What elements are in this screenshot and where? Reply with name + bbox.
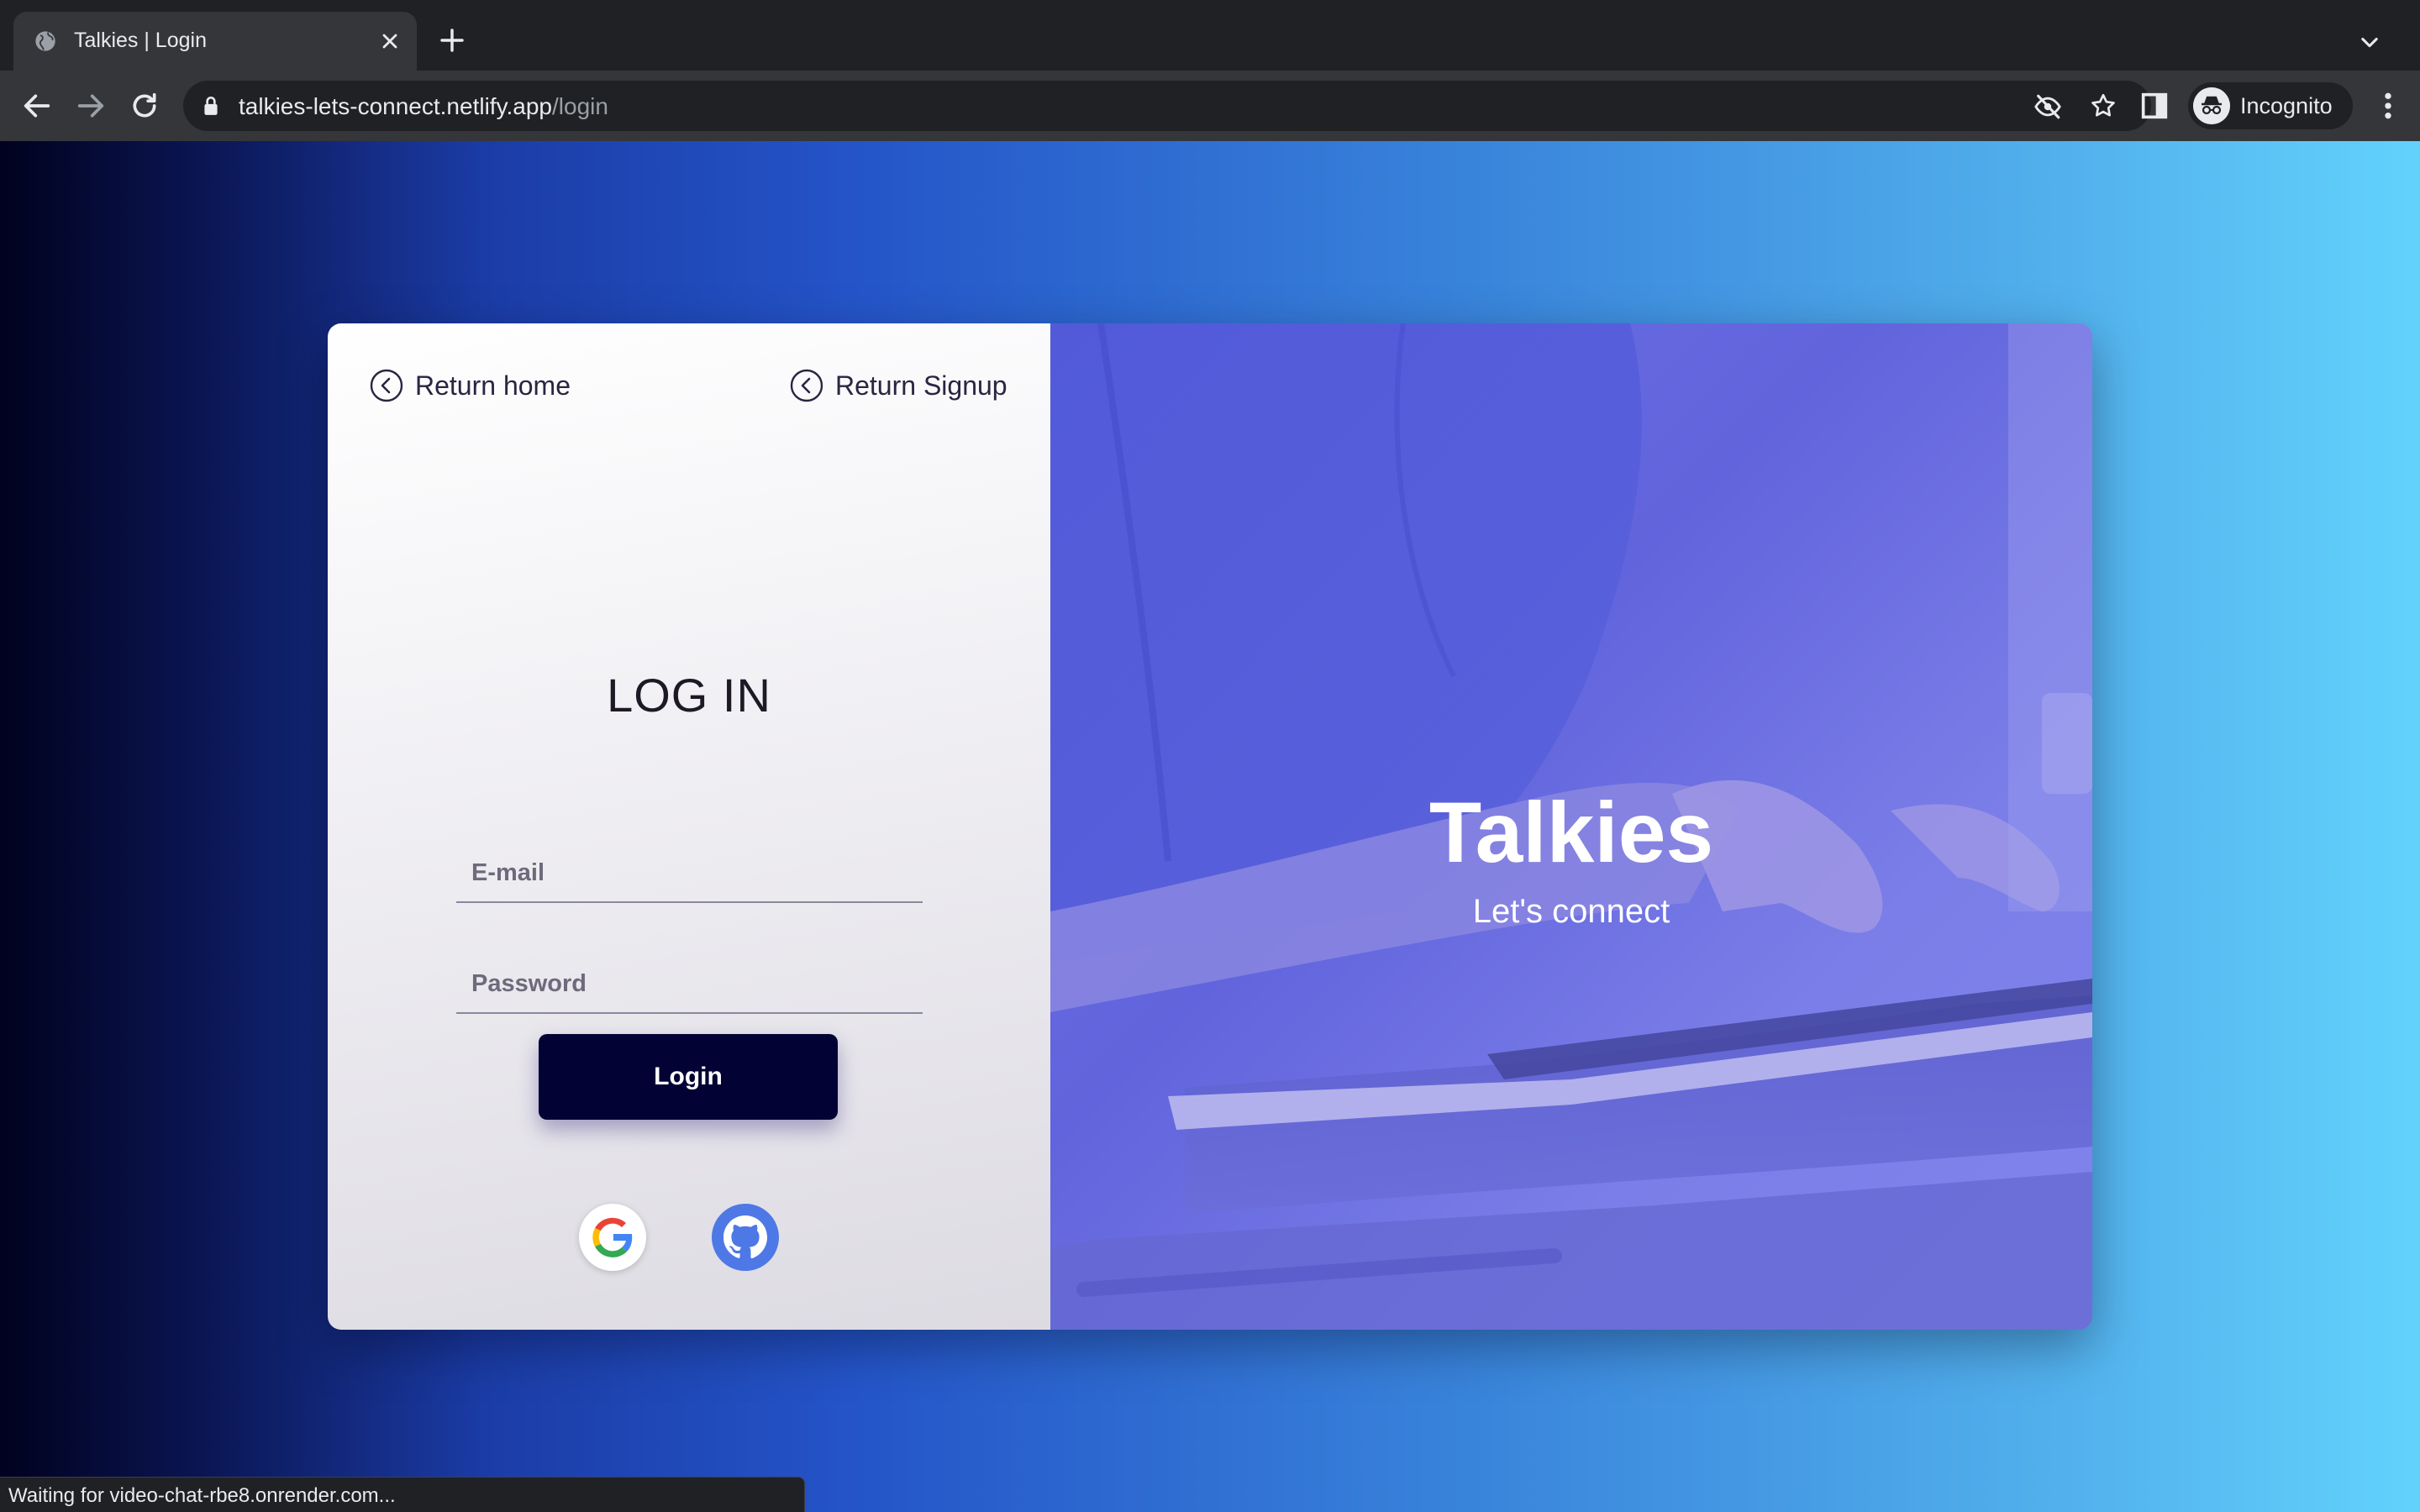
chevron-down-icon[interactable] (2358, 30, 2381, 54)
url-path: /login (552, 93, 608, 119)
close-icon[interactable] (378, 29, 402, 53)
incognito-label: Incognito (2240, 93, 2333, 118)
status-text: Waiting for video-chat-rbe8.onrender.com… (8, 1484, 396, 1507)
url-text[interactable]: talkies-lets-connect.netlify.app/login (239, 93, 608, 120)
star-icon[interactable] (2089, 92, 2118, 120)
eye-off-icon[interactable] (2033, 92, 2062, 121)
google-icon (592, 1217, 633, 1257)
github-icon (712, 1204, 779, 1271)
email-field[interactable] (456, 844, 923, 903)
chevron-left-circle-icon (370, 369, 403, 402)
address-bar[interactable]: talkies-lets-connect.netlify.app/login (183, 81, 2151, 131)
return-home-label: Return home (415, 370, 571, 401)
google-login-button[interactable] (579, 1204, 646, 1271)
lock-icon[interactable] (202, 95, 220, 117)
password-field[interactable] (456, 955, 923, 1014)
globe-icon (35, 31, 55, 51)
return-home-link[interactable]: Return home (370, 367, 571, 404)
incognito-profile-button[interactable]: Incognito (2188, 82, 2353, 129)
login-card: Return home Return Signup LOG IN Login (328, 323, 2092, 1330)
incognito-icon (2193, 87, 2230, 124)
return-signup-link[interactable]: Return Signup (790, 367, 1007, 404)
brand-tagline: Let's connect (1472, 893, 1670, 930)
return-signup-label: Return Signup (835, 370, 1007, 401)
hero-panel: Talkies Let's connect (1050, 323, 2092, 1330)
page-title: LOG IN (607, 669, 771, 722)
github-login-button[interactable] (712, 1204, 779, 1271)
browser-tab[interactable]: Talkies | Login (13, 12, 417, 71)
status-bubble: Waiting for video-chat-rbe8.onrender.com… (0, 1477, 805, 1512)
reload-icon[interactable] (128, 89, 161, 123)
browser-tab-strip: Talkies | Login (0, 0, 2420, 71)
chevron-left-circle-icon (790, 369, 823, 402)
login-form-panel: Return home Return Signup LOG IN Login (328, 323, 1050, 1330)
side-panel-icon[interactable] (2138, 89, 2171, 123)
new-tab-icon[interactable] (439, 27, 466, 54)
more-menu-icon[interactable] (2371, 89, 2405, 123)
url-host: talkies-lets-connect.netlify.app (239, 93, 552, 119)
brand-title: Talkies (1428, 785, 1714, 880)
forward-arrow-icon[interactable] (74, 89, 108, 123)
back-arrow-icon[interactable] (20, 89, 54, 123)
tab-title: Talkies | Login (74, 29, 207, 52)
browser-toolbar: talkies-lets-connect.netlify.app/login I… (0, 71, 2420, 141)
login-button[interactable]: Login (539, 1034, 838, 1120)
page-background: Return home Return Signup LOG IN Login (0, 141, 2420, 1512)
